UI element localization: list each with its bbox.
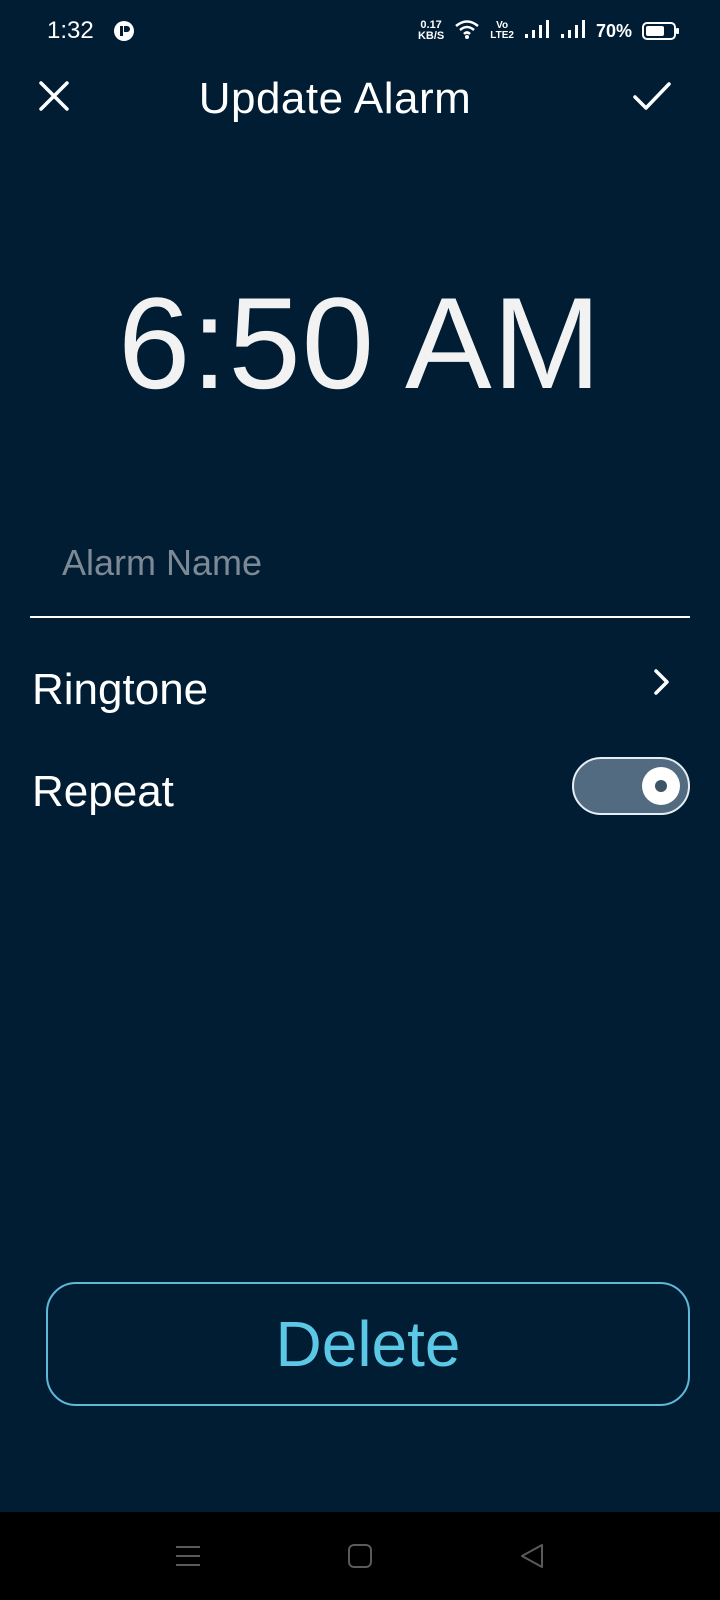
alarm-edit-screen: 1:32 0.17 KB/S Vo LTE2 70% Update Alarm … xyxy=(0,0,720,1600)
ringtone-row[interactable]: Ringtone xyxy=(32,650,690,730)
menu-icon xyxy=(176,1546,200,1566)
notification-app-icon xyxy=(113,20,135,42)
top-app-bar: Update Alarm xyxy=(0,64,720,134)
back-button[interactable] xyxy=(510,1534,554,1578)
alarm-time-picker[interactable]: 6:50 AM xyxy=(0,268,720,418)
delete-button[interactable]: Delete xyxy=(46,1282,690,1406)
battery-percent: 70% xyxy=(595,20,632,41)
home-icon xyxy=(348,1544,372,1568)
wifi-icon xyxy=(454,18,480,45)
system-navigation-bar xyxy=(0,1512,720,1600)
repeat-label: Repeat xyxy=(32,767,174,816)
volte-bottom-label: LTE2 xyxy=(490,30,514,41)
network-speed-unit: KB/S xyxy=(417,30,445,42)
ringtone-label: Ringtone xyxy=(32,665,209,714)
battery-tip xyxy=(676,28,679,34)
toggle-knob xyxy=(642,767,680,805)
alarm-name-input[interactable] xyxy=(62,538,662,588)
status-bar: 1:32 0.17 KB/S Vo LTE2 70% xyxy=(0,0,720,64)
status-time: 1:32 xyxy=(47,17,94,44)
checkmark-icon xyxy=(633,82,671,110)
back-icon xyxy=(521,1544,543,1568)
home-button[interactable] xyxy=(338,1534,382,1578)
status-indicators: 0.17 KB/S Vo LTE2 70% xyxy=(418,16,679,46)
volte-indicator: Vo LTE2 xyxy=(490,21,514,41)
recent-apps-button[interactable] xyxy=(166,1534,210,1578)
battery-icon xyxy=(642,22,679,40)
signal-strength-icon-sim1 xyxy=(524,19,550,44)
chevron-right-icon xyxy=(642,662,682,702)
network-speed: 0.17 KB/S xyxy=(418,20,444,42)
signal-strength-icon-sim2 xyxy=(560,19,586,44)
repeat-toggle[interactable] xyxy=(572,757,690,815)
repeat-row: Repeat xyxy=(32,752,690,832)
toggle-dot xyxy=(655,780,667,792)
save-button[interactable] xyxy=(624,68,680,124)
page-title: Update Alarm xyxy=(198,74,472,123)
battery-fill xyxy=(646,26,664,36)
alarm-name-field xyxy=(30,520,690,618)
